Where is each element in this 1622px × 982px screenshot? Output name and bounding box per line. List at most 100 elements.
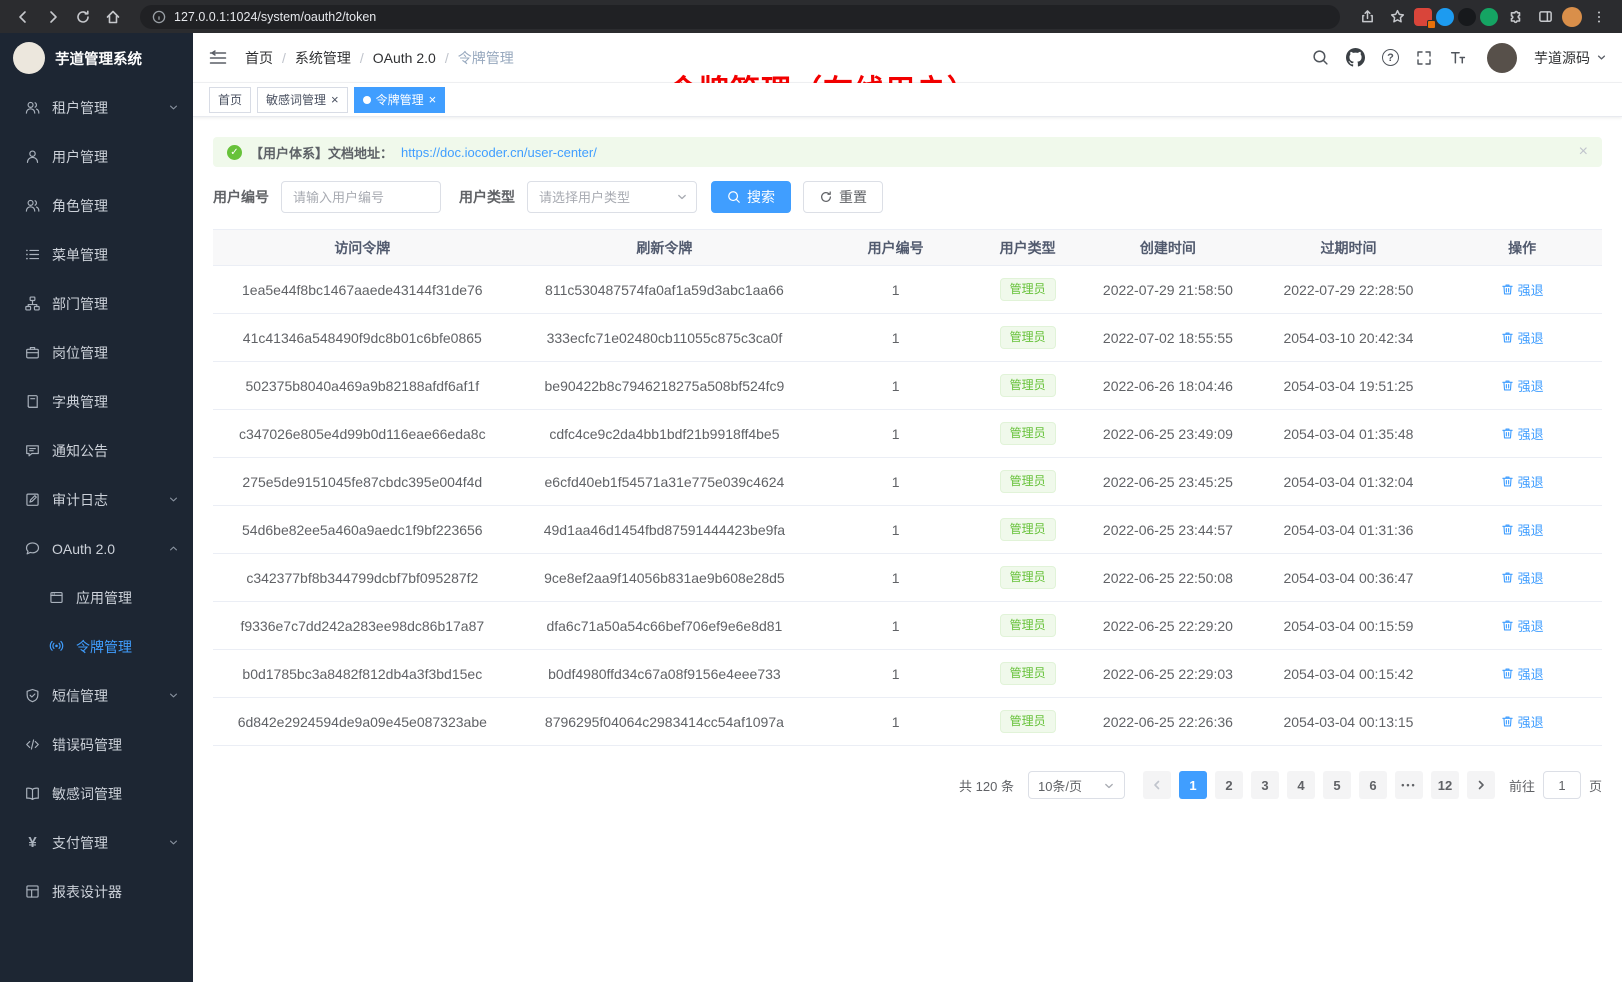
page-button-1[interactable]: 1 bbox=[1179, 771, 1207, 799]
cell-refresh-token: 333ecfc71e02480cb11055c875c3ca0f bbox=[512, 314, 818, 362]
breadcrumb-separator: / bbox=[360, 50, 364, 66]
collapse-sidebar-icon[interactable] bbox=[208, 49, 228, 67]
extension-blue-icon[interactable] bbox=[1436, 8, 1454, 26]
sidebar-item-oauth[interactable]: OAuth 2.0 bbox=[0, 524, 193, 573]
sidebar-item-dict[interactable]: 字典管理 bbox=[0, 377, 193, 426]
user-type-badge: 管理员 bbox=[1000, 326, 1056, 349]
sidebar-item-menu[interactable]: 菜单管理 bbox=[0, 230, 193, 279]
trash-icon bbox=[1501, 475, 1514, 488]
app-title: 芋道管理系统 bbox=[55, 48, 142, 69]
force-logout-button[interactable]: 强退 bbox=[1501, 280, 1544, 299]
app-logo[interactable]: 芋道管理系统 bbox=[0, 33, 193, 83]
page-button-6[interactable]: 6 bbox=[1359, 771, 1387, 799]
alert-close-icon[interactable]: × bbox=[1579, 144, 1588, 160]
force-logout-button[interactable]: 强退 bbox=[1501, 328, 1544, 347]
share-icon[interactable] bbox=[1354, 5, 1380, 29]
page-button-12[interactable]: 12 bbox=[1431, 771, 1459, 799]
browser-profile-avatar[interactable] bbox=[1562, 7, 1582, 27]
page-size-select[interactable]: 10条/页 bbox=[1028, 771, 1125, 799]
extension-dark-icon[interactable] bbox=[1458, 8, 1476, 26]
force-logout-button[interactable]: 强退 bbox=[1501, 712, 1544, 731]
prev-page-button[interactable] bbox=[1143, 771, 1171, 799]
sidebar-item-dept[interactable]: 部门管理 bbox=[0, 279, 193, 328]
tab-token[interactable]: 令牌管理 × bbox=[354, 87, 446, 113]
reload-icon[interactable] bbox=[70, 5, 96, 29]
search-icon[interactable] bbox=[1312, 49, 1329, 66]
cell-expire-time: 2054-03-04 01:32:04 bbox=[1255, 458, 1443, 506]
github-icon[interactable] bbox=[1346, 48, 1365, 67]
more-pages-button[interactable]: ••• bbox=[1395, 771, 1423, 799]
sidebar-item-report-designer[interactable]: 报表设计器 bbox=[0, 867, 193, 916]
bookmark-star-icon[interactable] bbox=[1384, 5, 1410, 29]
close-icon[interactable]: × bbox=[331, 93, 339, 106]
col-expire-time: 过期时间 bbox=[1255, 230, 1443, 266]
extension-green-icon[interactable] bbox=[1480, 8, 1498, 26]
force-logout-button[interactable]: 强退 bbox=[1501, 472, 1544, 491]
fullscreen-icon[interactable] bbox=[1416, 50, 1432, 66]
extension-red-icon[interactable] bbox=[1414, 8, 1432, 26]
site-info-icon[interactable] bbox=[152, 10, 166, 24]
sidebar-item-user[interactable]: 用户管理 bbox=[0, 132, 193, 181]
sidebar-item-notice[interactable]: 通知公告 bbox=[0, 426, 193, 475]
page-button-5[interactable]: 5 bbox=[1323, 771, 1351, 799]
sidebar-item-label: 岗位管理 bbox=[52, 343, 108, 363]
cell-access-token: c347026e805e4d99b0d116eae66eda8c bbox=[213, 410, 512, 458]
sidebar-item-payment[interactable]: ¥ 支付管理 bbox=[0, 818, 193, 867]
close-icon[interactable]: × bbox=[429, 93, 437, 106]
doc-link[interactable]: https://doc.iocoder.cn/user-center/ bbox=[401, 145, 597, 160]
sidebar-item-oauth-app[interactable]: 应用管理 bbox=[0, 573, 193, 622]
force-logout-button[interactable]: 强退 bbox=[1501, 376, 1544, 395]
force-logout-button[interactable]: 强退 bbox=[1501, 664, 1544, 683]
forward-icon[interactable] bbox=[40, 5, 66, 29]
sidebar-item-role[interactable]: 角色管理 bbox=[0, 181, 193, 230]
chevron-left-icon bbox=[1151, 779, 1163, 791]
back-icon[interactable] bbox=[10, 5, 36, 29]
force-logout-button[interactable]: 强退 bbox=[1501, 568, 1544, 587]
app-frame: 芋道管理系统 租户管理 用户管理 角色管理 菜单管理 部门管理 bbox=[0, 33, 1622, 982]
goto-page-input[interactable] bbox=[1543, 771, 1581, 799]
force-logout-button[interactable]: 强退 bbox=[1501, 616, 1544, 635]
tab-sensitive-word[interactable]: 敏感词管理 × bbox=[257, 87, 348, 113]
reset-button[interactable]: 重置 bbox=[803, 181, 883, 213]
home-icon[interactable] bbox=[100, 5, 126, 29]
sidebar-item-error-code[interactable]: 错误码管理 bbox=[0, 720, 193, 769]
side-panel-icon[interactable] bbox=[1532, 5, 1558, 29]
search-button[interactable]: 搜索 bbox=[711, 181, 791, 213]
breadcrumb-home[interactable]: 首页 bbox=[245, 48, 273, 68]
search-icon bbox=[727, 190, 741, 204]
force-logout-button[interactable]: 强退 bbox=[1501, 424, 1544, 443]
sidebar-item-tenant[interactable]: 租户管理 bbox=[0, 83, 193, 132]
next-page-button[interactable] bbox=[1467, 771, 1495, 799]
user-type-select-input[interactable] bbox=[527, 181, 697, 213]
puzzle-extensions-icon[interactable] bbox=[1502, 5, 1528, 29]
table-row: 1ea5e44f8bc1467aaede43144f31de76 811c530… bbox=[213, 266, 1602, 314]
breadcrumb-oauth[interactable]: OAuth 2.0 bbox=[373, 50, 436, 66]
sidebar-item-post[interactable]: 岗位管理 bbox=[0, 328, 193, 377]
address-bar[interactable]: 127.0.0.1:1024/system/oauth2/token bbox=[140, 5, 1340, 29]
cell-action: 强退 bbox=[1442, 266, 1602, 314]
user-id-input[interactable] bbox=[281, 181, 441, 213]
table-row: 54d6be82ee5a460a9aedc1f9bf223656 49d1aa4… bbox=[213, 506, 1602, 554]
trash-icon bbox=[1501, 379, 1514, 392]
sidebar-item-sms[interactable]: 短信管理 bbox=[0, 671, 193, 720]
user-type-select[interactable] bbox=[527, 181, 697, 213]
cell-access-token: 502375b8040a469a9b82188afdf6af1f bbox=[213, 362, 512, 410]
sidebar-item-sensitive-word[interactable]: 敏感词管理 bbox=[0, 769, 193, 818]
sidebar-item-audit-log[interactable]: 审计日志 bbox=[0, 475, 193, 524]
page-button-2[interactable]: 2 bbox=[1215, 771, 1243, 799]
browser-menu-icon[interactable] bbox=[1586, 5, 1612, 29]
page-button-4[interactable]: 4 bbox=[1287, 771, 1315, 799]
page-button-3[interactable]: 3 bbox=[1251, 771, 1279, 799]
tab-home[interactable]: 首页 bbox=[209, 87, 251, 113]
users-icon bbox=[24, 100, 41, 115]
force-logout-button[interactable]: 强退 bbox=[1501, 520, 1544, 539]
user-menu[interactable]: 芋道源码 bbox=[1534, 48, 1607, 68]
breadcrumb-system[interactable]: 系统管理 bbox=[295, 48, 351, 68]
user-type-badge: 管理员 bbox=[1000, 422, 1056, 445]
cell-expire-time: 2054-03-04 00:15:42 bbox=[1255, 650, 1443, 698]
help-icon[interactable]: ? bbox=[1382, 49, 1399, 66]
user-avatar[interactable] bbox=[1487, 43, 1517, 73]
sidebar-item-oauth-token[interactable]: 令牌管理 bbox=[0, 622, 193, 671]
doc-alert: ✓ 【用户体系】文档地址： https://doc.iocoder.cn/use… bbox=[213, 137, 1602, 167]
font-size-icon[interactable] bbox=[1449, 49, 1466, 66]
